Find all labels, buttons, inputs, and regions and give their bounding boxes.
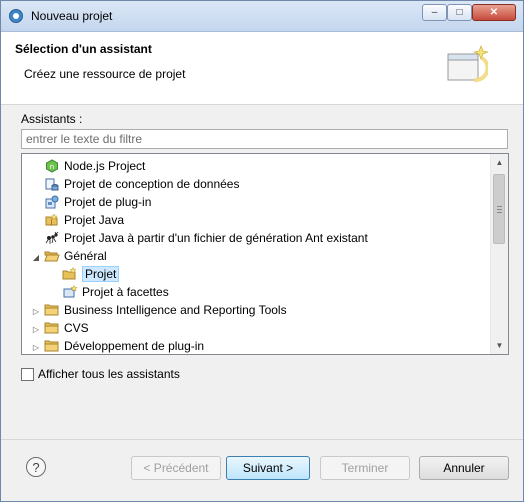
folder-icon: [44, 320, 60, 336]
scroll-up-icon[interactable]: ▲: [491, 154, 508, 171]
faceted-project-icon: [62, 284, 78, 300]
tree-item-faceted-project[interactable]: Projet à facettes: [62, 283, 169, 301]
next-button[interactable]: Suivant >: [226, 456, 310, 480]
tree-item-plugin-project[interactable]: Projet de plug-in: [44, 193, 151, 211]
maximize-button[interactable]: □: [447, 4, 472, 21]
page-description: Créez une ressource de projet: [24, 67, 186, 81]
wizard-header: Sélection d'un assistant Créez une resso…: [1, 32, 523, 105]
tree-item-label: Projet de plug-in: [64, 195, 152, 209]
tree-item-nodejs-project[interactable]: n Node.js Project: [44, 157, 145, 175]
vertical-scrollbar[interactable]: ▲ ▼: [490, 154, 508, 354]
eclipse-icon: [9, 9, 23, 23]
tree-item-java-project[interactable]: J Projet Java: [44, 211, 124, 229]
expanded-arrow-icon[interactable]: ◢: [31, 252, 41, 262]
tree-folder-general[interactable]: Général: [44, 247, 107, 265]
tree-item-label: Projet: [82, 266, 120, 282]
plugin-project-icon: [44, 194, 60, 210]
wizards-label: Assistants :: [21, 112, 83, 126]
wizard-content: Assistants : n Node.js Project Projet de…: [1, 105, 523, 437]
tree-folder-cvs[interactable]: CVS: [44, 319, 89, 337]
svg-text:n: n: [50, 163, 54, 171]
window-title: Nouveau projet: [31, 9, 113, 23]
tree-item-label: CVS: [64, 321, 89, 335]
tree-item-label: Développement de plug-in: [64, 339, 205, 353]
show-all-label: Afficher tous les assistants: [38, 367, 180, 381]
folder-icon: [44, 338, 60, 354]
new-project-dialog: Nouveau projet – □ ✕ Sélection d'un assi…: [0, 0, 524, 502]
tree-item-data-design-project[interactable]: Projet de conception de données: [44, 175, 239, 193]
ant-icon: [44, 230, 60, 246]
tree-folder-plugin-dev[interactable]: Développement de plug-in: [44, 337, 205, 354]
tree-item-label: Projet Java: [64, 213, 125, 227]
tree-item-label: Node.js Project: [64, 159, 146, 173]
tree-item-project[interactable]: Projet: [62, 265, 120, 283]
finish-button[interactable]: Terminer: [320, 456, 410, 480]
minimize-button[interactable]: –: [422, 4, 447, 21]
page-title: Sélection d'un assistant: [15, 42, 152, 56]
back-button[interactable]: < Précédent: [131, 456, 221, 480]
tree-item-label: Général: [64, 249, 107, 263]
wizard-banner-icon: [447, 45, 488, 83]
tree-item-label: Projet de conception de données: [64, 177, 240, 191]
footer-divider: [1, 439, 523, 440]
collapsed-arrow-icon[interactable]: ▷: [31, 324, 41, 334]
project-icon: [62, 266, 78, 282]
tree-folder-birt[interactable]: Business Intelligence and Reporting Tool…: [44, 301, 287, 319]
nodejs-icon: n: [44, 158, 60, 174]
cancel-button[interactable]: Annuler: [419, 456, 509, 480]
tree-item-label: Business Intelligence and Reporting Tool…: [64, 303, 287, 317]
svg-text:J: J: [50, 219, 53, 226]
tree-item-label: Projet Java à partir d'un fichier de gén…: [64, 231, 368, 245]
wizard-tree[interactable]: n Node.js Project Projet de conception d…: [21, 153, 509, 355]
collapsed-arrow-icon[interactable]: ▷: [31, 306, 41, 316]
filter-input[interactable]: [21, 129, 508, 149]
scroll-thumb[interactable]: [493, 174, 505, 244]
folder-icon: [44, 302, 60, 318]
help-button[interactable]: ?: [26, 457, 46, 477]
tree-item-label: Projet à facettes: [82, 285, 169, 299]
scroll-down-icon[interactable]: ▼: [491, 337, 508, 354]
java-project-icon: J: [44, 212, 60, 228]
show-all-wizards[interactable]: Afficher tous les assistants: [21, 367, 180, 381]
tree-item-java-ant-project[interactable]: Projet Java à partir d'un fichier de gén…: [44, 229, 368, 247]
show-all-checkbox[interactable]: [21, 367, 34, 381]
title-bar[interactable]: Nouveau projet – □ ✕: [1, 1, 523, 32]
close-button[interactable]: ✕: [472, 4, 516, 21]
data-design-icon: [44, 176, 60, 192]
collapsed-arrow-icon[interactable]: ▷: [31, 342, 41, 352]
folder-open-icon: [44, 248, 60, 264]
